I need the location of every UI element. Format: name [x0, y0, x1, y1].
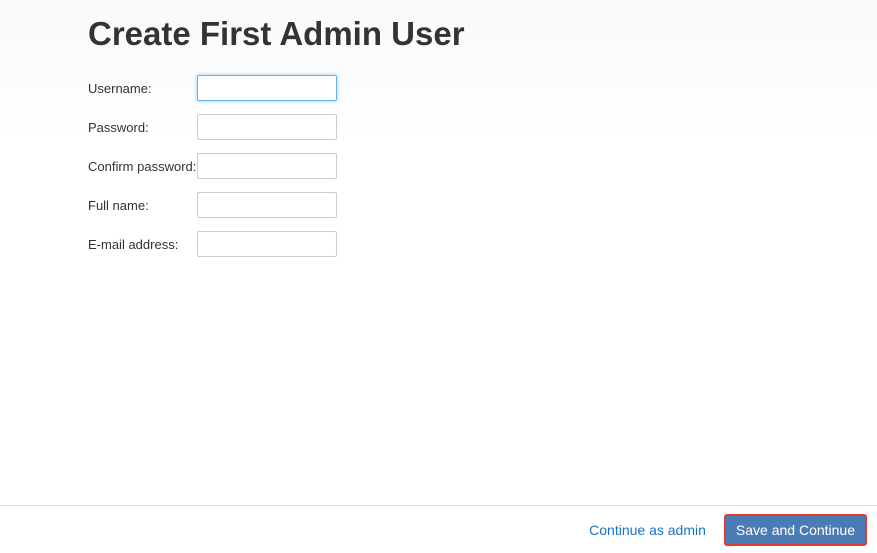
admin-user-form: Username: Password: Confirm password: Fu… [88, 75, 877, 257]
password-input[interactable] [197, 114, 337, 140]
password-row: Password: [88, 114, 877, 140]
confirm-password-label: Confirm password: [88, 159, 197, 174]
email-row: E-mail address: [88, 231, 877, 257]
username-input[interactable] [197, 75, 337, 101]
save-and-continue-button[interactable]: Save and Continue [724, 514, 867, 546]
username-label: Username: [88, 81, 197, 96]
page-title: Create First Admin User [88, 15, 877, 53]
fullname-row: Full name: [88, 192, 877, 218]
fullname-input[interactable] [197, 192, 337, 218]
email-input[interactable] [197, 231, 337, 257]
fullname-label: Full name: [88, 198, 197, 213]
password-label: Password: [88, 120, 197, 135]
footer-bar: Continue as admin Save and Continue [0, 505, 877, 553]
confirm-password-input[interactable] [197, 153, 337, 179]
continue-as-admin-link[interactable]: Continue as admin [589, 522, 706, 538]
confirm-password-row: Confirm password: [88, 153, 877, 179]
username-row: Username: [88, 75, 877, 101]
email-label: E-mail address: [88, 237, 197, 252]
